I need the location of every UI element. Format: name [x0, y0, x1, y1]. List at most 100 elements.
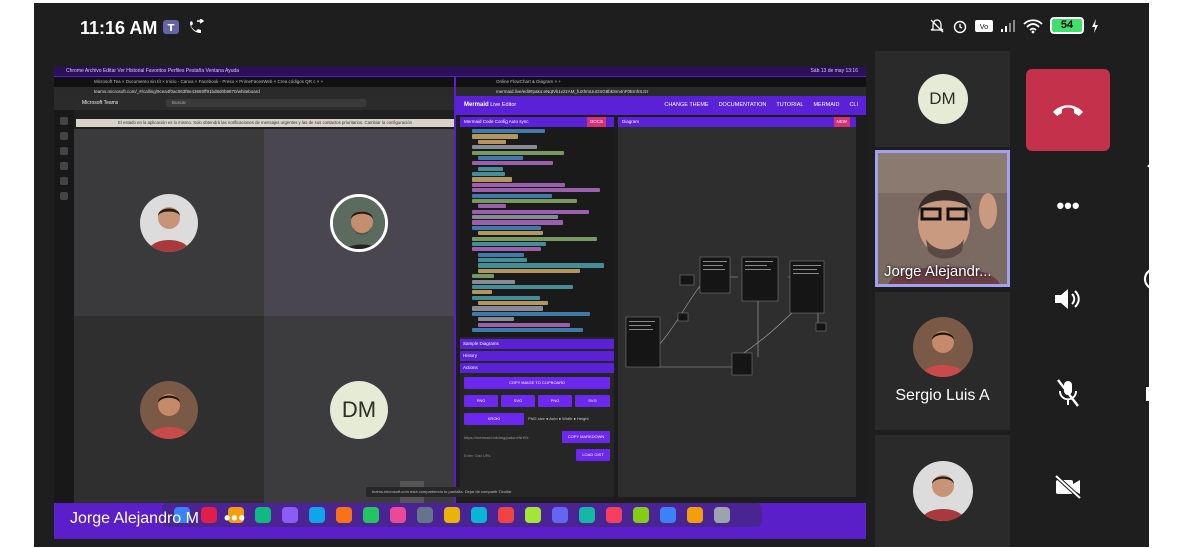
- mute-microphone-button[interactable]: [1026, 363, 1110, 423]
- rail-activity-icon[interactable]: [60, 117, 68, 125]
- open-svg-button[interactable]: SVG: [575, 395, 610, 407]
- gist-url-input[interactable]: Enter Gist URL: [464, 451, 570, 461]
- dock-app-icon[interactable]: [714, 507, 730, 523]
- code-line: [472, 215, 558, 220]
- end-call-button[interactable]: [1026, 69, 1110, 151]
- shared-screen-more-button[interactable]: •••: [224, 508, 246, 529]
- dock-app-icon[interactable]: [336, 507, 352, 523]
- dock-app-icon[interactable]: [687, 507, 703, 523]
- avatar: [330, 193, 388, 252]
- teams-app-name: Microsoft Teams: [82, 100, 119, 106]
- dock-app-icon[interactable]: [498, 507, 514, 523]
- status-bar: 11:16 AM T Vo 54: [34, 3, 1149, 45]
- cell-signal-icon: [1001, 19, 1015, 32]
- history-section[interactable]: History: [460, 351, 614, 361]
- dock-app-icon[interactable]: [633, 507, 649, 523]
- teams-address-bar[interactable]: teams.microsoft.com/_#/calling/9cea4f0ac…: [54, 87, 454, 96]
- mermaid-diagram-panel[interactable]: Diagram NEW: [618, 117, 856, 497]
- diagram-label: Diagram: [622, 119, 640, 124]
- code-line: [472, 284, 573, 290]
- grid-tile-participant[interactable]: [74, 129, 264, 316]
- nav-tutorial[interactable]: TUTORIAL: [776, 96, 803, 115]
- camera-toggle-button[interactable]: [1026, 457, 1110, 517]
- dock-app-icon[interactable]: [390, 507, 406, 523]
- code-line: [472, 129, 545, 134]
- code-line: [478, 322, 570, 327]
- code-line: [472, 150, 564, 155]
- dock-app-icon[interactable]: [525, 507, 541, 523]
- mermaid-browser-window: Online FlowChart & Diagram × + mermaid.l…: [456, 77, 866, 503]
- code-line: [478, 139, 506, 144]
- docs-button[interactable]: DOCS: [586, 117, 606, 127]
- code-line: [472, 145, 537, 150]
- download-png-button[interactable]: PNG: [464, 395, 498, 407]
- dock-app-icon[interactable]: [606, 507, 622, 523]
- editor-tab-labels[interactable]: Mermaid Code Config Auto sync: [464, 119, 529, 124]
- more-options-button[interactable]: •••: [1026, 176, 1110, 236]
- mac-clock: Sáb 13 de may 13:16: [810, 68, 858, 74]
- load-gist-button[interactable]: LOAD GIST: [576, 449, 610, 461]
- avatar-initials: DM: [917, 74, 968, 124]
- nav-recents-icon[interactable]: [1142, 383, 1149, 405]
- copy-markdown-button[interactable]: COPY MARKDOWN: [562, 431, 610, 443]
- nav-home-icon[interactable]: [1142, 266, 1149, 292]
- participant-tile[interactable]: [875, 435, 1010, 547]
- presenter-name: Jorge Alejandro M: [70, 510, 199, 527]
- screen-share-notice[interactable]: teams.microsoft.com está compartiendo tu…: [366, 487, 546, 497]
- dock-app-icon[interactable]: [309, 507, 325, 523]
- download-svg-button[interactable]: SVG: [501, 395, 535, 407]
- teams-browser-tabs[interactable]: Microsoft Tea × Documento sin tít × Inic…: [54, 77, 454, 87]
- png-size-options[interactable]: PNG size ● Auto ● Width ● Height: [528, 416, 589, 421]
- code-line: [478, 301, 548, 306]
- dock-app-icon[interactable]: [471, 507, 487, 523]
- dock-app-icon[interactable]: [552, 507, 568, 523]
- kroki-button[interactable]: KROKI: [464, 413, 524, 425]
- dock-app-icon[interactable]: [255, 507, 271, 523]
- rail-calendar-icon[interactable]: [60, 162, 68, 170]
- teams-search-input[interactable]: Buscar: [166, 99, 366, 107]
- copy-image-button[interactable]: COPY IMAGE TO CLIPBOARD: [464, 377, 610, 389]
- participant-tile-sergio[interactable]: Sergio Luis A: [875, 292, 1010, 430]
- speaker-icon: [1055, 289, 1080, 309]
- rail-calls-icon[interactable]: [60, 177, 68, 185]
- rail-teams-icon[interactable]: [60, 147, 68, 155]
- dock-app-icon[interactable]: [579, 507, 595, 523]
- rail-files-icon[interactable]: [60, 192, 68, 200]
- mermaid-logo[interactable]: Mermaid: [464, 102, 489, 108]
- dock-app-icon[interactable]: [660, 507, 676, 523]
- mermaid-browser-tabs[interactable]: Online FlowChart & Diagram × +: [456, 77, 866, 87]
- open-png-button[interactable]: PNG: [538, 395, 572, 407]
- grid-tile-participant[interactable]: [74, 316, 264, 503]
- nav-back-icon[interactable]: [1142, 155, 1149, 177]
- dock-app-icon[interactable]: [444, 507, 460, 523]
- code-line: [472, 182, 565, 187]
- speaker-button[interactable]: [1026, 269, 1110, 329]
- mermaid-address-bar[interactable]: mermaid.live/edit#pako:eNqtVk1v2zAM_fuXh…: [456, 87, 866, 96]
- avatar: [912, 461, 973, 521]
- nav-documentation[interactable]: DOCUMENTATION: [719, 96, 767, 115]
- dock-app-icon[interactable]: [417, 507, 433, 523]
- shared-screen[interactable]: Chrome Archivo Editar Ver Historial Favo…: [54, 67, 866, 539]
- dock-app-icon[interactable]: [282, 507, 298, 523]
- nav-mermaid[interactable]: MERMAID: [813, 96, 839, 115]
- new-button[interactable]: NEW: [833, 117, 850, 127]
- nav-cli[interactable]: CLI: [849, 96, 858, 115]
- grid-tile-participant[interactable]: DM: [264, 316, 454, 503]
- sample-diagrams-section[interactable]: Sample Diagrams: [460, 339, 614, 349]
- avatar: [912, 317, 973, 377]
- code-editor[interactable]: [460, 127, 614, 337]
- teams-notification-banner: El estado en la aplicación es lo mismo. …: [76, 119, 454, 127]
- dock-app-icon[interactable]: [201, 507, 217, 523]
- grid-tile-participant[interactable]: [264, 129, 454, 316]
- markdown-url-field[interactable]: https://mermaid.ink/img/pako:eNrtVk: [464, 433, 560, 443]
- code-line: [472, 134, 518, 139]
- code-line: [478, 258, 527, 263]
- participant-tile-dm[interactable]: DM: [875, 51, 1010, 147]
- participant-tile-active-speaker[interactable]: Jorge Alejandr...: [875, 150, 1010, 287]
- teams-notification-icon: T: [163, 20, 179, 34]
- mac-menu-items: Chrome Archivo Editar Ver Historial Favo…: [66, 68, 240, 74]
- dock-app-icon[interactable]: [363, 507, 379, 523]
- nav-change-theme[interactable]: CHANGE THEME: [664, 96, 708, 115]
- actions-section[interactable]: Actions: [460, 363, 614, 373]
- rail-chat-icon[interactable]: [60, 132, 68, 140]
